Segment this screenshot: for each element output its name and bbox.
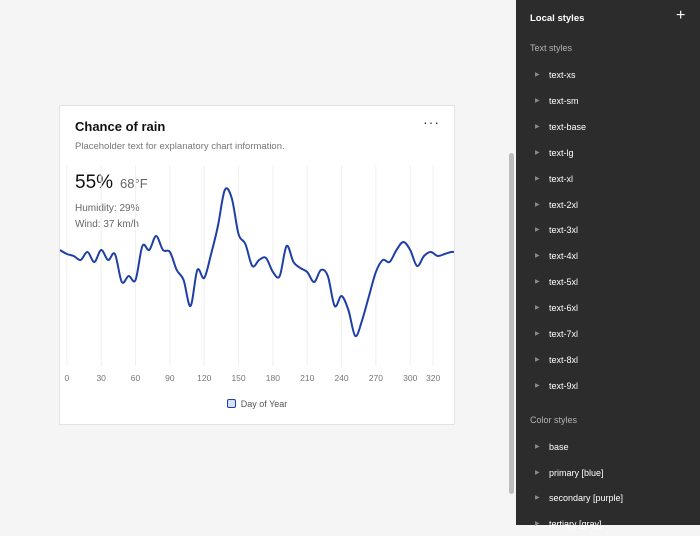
panel-title: Local styles <box>530 13 585 24</box>
style-item-label: text-8xl <box>549 354 579 365</box>
x-tick-label: 270 <box>369 373 383 383</box>
x-tick-label: 320 <box>426 373 440 383</box>
text-styles-heading: Text styles <box>530 43 573 53</box>
caret-right-icon[interactable]: ▶ <box>535 201 540 208</box>
style-item-label: secondary [purple] <box>549 493 624 503</box>
caret-right-icon[interactable]: ▶ <box>535 520 540 527</box>
style-item-label: primary [blue] <box>549 467 604 478</box>
caret-right-icon[interactable]: ▶ <box>535 175 540 182</box>
style-item[interactable]: ▶ text-lg <box>516 145 700 165</box>
style-item[interactable]: ▶ text-6xl <box>516 300 700 320</box>
style-item[interactable]: ▶ tertiary [gray] <box>516 516 700 536</box>
caret-right-icon[interactable]: ▶ <box>535 304 540 311</box>
x-tick-label: 30 <box>96 373 106 383</box>
caret-right-icon[interactable]: ▶ <box>535 149 540 156</box>
caret-right-icon[interactable]: ▶ <box>535 278 540 285</box>
caret-right-icon[interactable]: ▶ <box>535 226 540 233</box>
x-tick-label: 210 <box>300 373 314 383</box>
x-tick-label: 240 <box>334 373 348 383</box>
style-item-label: text-base <box>549 121 587 132</box>
x-tick-label: 150 <box>231 373 245 383</box>
x-tick-label: 0 <box>64 373 69 383</box>
style-item-label: text-5xl <box>549 277 579 288</box>
caret-right-icon[interactable]: ▶ <box>535 330 540 337</box>
legend-swatch-icon <box>226 399 236 408</box>
style-item[interactable]: ▶ text-8xl <box>516 352 700 372</box>
x-tick-label: 90 <box>165 373 175 383</box>
style-item-label: text-4xl <box>549 251 579 262</box>
x-tick-label: 120 <box>197 373 211 383</box>
style-item[interactable]: ▶ text-sm <box>516 93 700 113</box>
caret-right-icon[interactable]: ▶ <box>535 97 540 104</box>
caret-right-icon[interactable]: ▶ <box>535 382 540 389</box>
style-item-label: text-2xl <box>549 199 579 210</box>
style-item[interactable]: ▶ text-4xl <box>516 248 700 268</box>
style-item-label: text-9xl <box>549 380 579 391</box>
style-item-label: text-lg <box>549 147 574 158</box>
style-item[interactable]: ▶ text-7xl <box>516 326 700 346</box>
line-chart: 0 30 60 90 120 150 180 210 240 270 300 320 <box>60 166 454 383</box>
canvas-scrollbar[interactable] <box>509 153 514 494</box>
x-tick-label: 180 <box>266 373 280 383</box>
caret-right-icon[interactable]: ▶ <box>535 252 540 259</box>
caret-right-icon[interactable]: ▶ <box>535 71 540 78</box>
chart-legend[interactable]: Day of Year <box>60 399 454 409</box>
style-item[interactable]: ▶ text-base <box>516 119 700 139</box>
x-tick-label: 300 <box>403 373 417 383</box>
style-item[interactable]: ▶ text-2xl <box>516 197 700 217</box>
caret-right-icon[interactable]: ▶ <box>535 356 540 363</box>
legend-label: Day of Year <box>240 399 288 409</box>
design-canvas[interactable]: Chance of rain ··· Placeholder text for … <box>0 0 516 525</box>
chart-card[interactable]: Chance of rain ··· Placeholder text for … <box>59 105 455 425</box>
style-item[interactable]: ▶ primary [blue] <box>516 465 700 485</box>
style-item-label: text-6xl <box>549 303 579 314</box>
caret-right-icon[interactable]: ▶ <box>535 469 540 476</box>
style-item-label: text-3xl <box>549 225 579 236</box>
style-item-label: text-sm <box>549 95 579 106</box>
x-tick-label: 60 <box>131 373 141 383</box>
style-item[interactable]: ▶ text-5xl <box>516 274 700 294</box>
caret-right-icon[interactable]: ▶ <box>535 123 540 130</box>
series-line <box>60 187 454 338</box>
style-item[interactable]: ▶ base <box>516 439 700 459</box>
style-item[interactable]: ▶ text-3xl <box>516 222 700 242</box>
style-item-label: tertiary [gray] <box>549 518 602 529</box>
style-item[interactable]: ▶ text-xs <box>516 67 700 87</box>
style-item[interactable]: ▶ text-9xl <box>516 378 700 398</box>
caret-right-icon[interactable]: ▶ <box>535 494 540 501</box>
style-item[interactable]: ▶ text-xl <box>516 171 700 191</box>
style-item-label: text-7xl <box>549 329 579 339</box>
add-style-icon[interactable]: + <box>676 7 685 25</box>
style-item-label: text-xl <box>549 173 574 184</box>
style-item-label: text-xs <box>549 70 576 80</box>
color-styles-heading: Color styles <box>530 415 578 425</box>
style-item[interactable]: ▶ secondary [purple] <box>516 490 700 510</box>
caret-right-icon[interactable]: ▶ <box>535 443 540 450</box>
local-styles-panel: Local styles + Text styles ▶ text-xs ▶ text… <box>516 0 700 529</box>
style-item-label: base <box>549 442 569 452</box>
